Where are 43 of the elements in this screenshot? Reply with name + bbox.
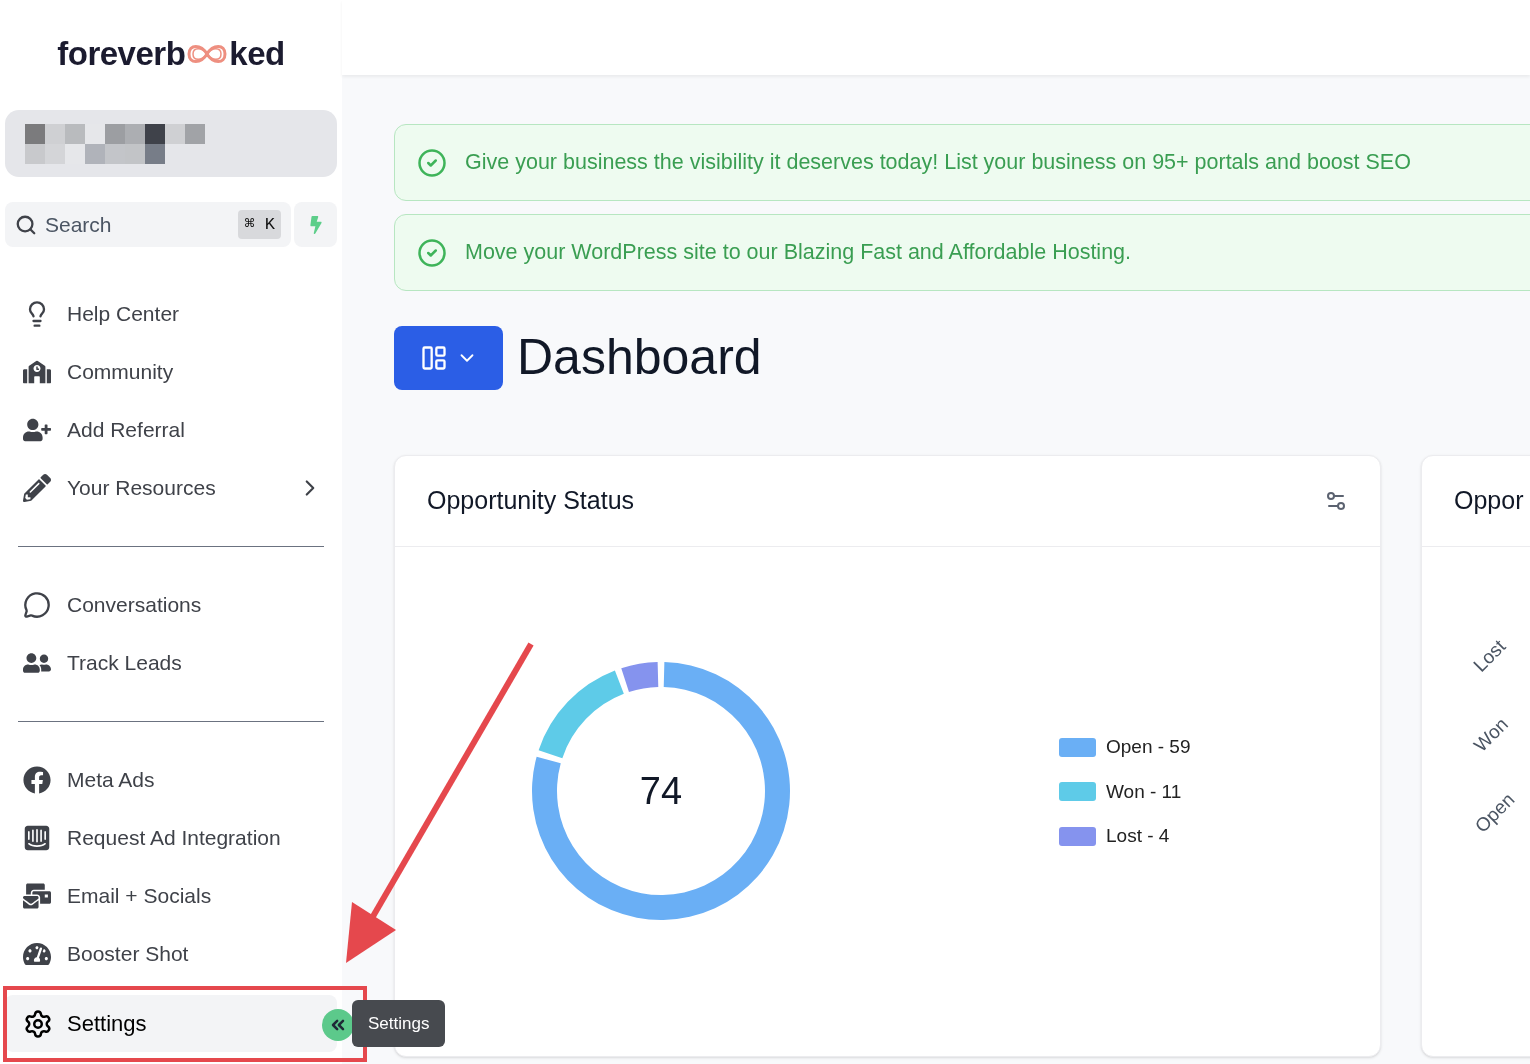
sidebar-item[interactable]: Conversations [5, 580, 337, 630]
sidebar-item[interactable]: Track Leads [5, 638, 337, 688]
chat-bubble-icon [23, 591, 51, 619]
sidebar-item[interactable]: Booster Shot [5, 929, 337, 979]
check-circle-icon [417, 147, 447, 178]
layout-dropdown-button[interactable] [394, 325, 503, 390]
card-title: Opportunity Status [427, 485, 635, 517]
mail-icon [23, 882, 51, 910]
search-field[interactable]: Search ⌘ K [5, 202, 291, 247]
pencil-icon [23, 474, 51, 502]
total-count: 74 [639, 768, 683, 814]
check-circle-icon [417, 237, 447, 268]
layout-icon [419, 343, 448, 372]
tooltip: Settings [352, 1000, 446, 1047]
sidebar-item[interactable]: Add Referral [5, 405, 337, 455]
school-building-icon [23, 358, 51, 386]
sliders-icon [1324, 489, 1348, 513]
legend-label: Lost - 4 [1106, 824, 1170, 848]
axis-label: Won [1468, 712, 1513, 758]
banner-text: Move your WordPress site to our Blazing Fast and Affordable Hosting. [465, 239, 1132, 267]
add-user-icon [23, 416, 51, 444]
brand-logo: foreverb ked [57, 36, 285, 72]
search-input[interactable]: Search [45, 208, 239, 241]
sidebar-item[interactable]: Email + Socials [5, 871, 337, 921]
facebook-icon [23, 766, 51, 794]
gauge-icon [23, 940, 51, 968]
chat-grid-icon [23, 824, 51, 852]
sidebar-item[interactable]: Request Ad Integration [5, 813, 337, 863]
account-switcher[interactable] [5, 110, 337, 177]
legend-label: Won - 11 [1106, 779, 1182, 804]
legend-label: Open - 59 [1106, 735, 1191, 759]
search-icon [15, 213, 37, 236]
sidebar-item[interactable]: Meta Ads [5, 755, 337, 805]
sidebar-item[interactable]: Community [5, 347, 337, 397]
banner-text: Give your business the visibility it deserves today! List your business on 95+ portals and boost SEO [465, 149, 1411, 177]
sidebar-item[interactable]: Your Resources [5, 463, 337, 513]
sidebar-item[interactable]: Settings [5, 995, 337, 1052]
settings-icon [23, 1008, 53, 1039]
keyboard-shortcut: ⌘ K [238, 209, 281, 240]
axis-label: Lost [1468, 634, 1511, 678]
sidebar-item[interactable]: Help Center [5, 289, 337, 339]
page-title: Dashboard [517, 328, 762, 387]
card-title: Oppor [1454, 485, 1524, 517]
